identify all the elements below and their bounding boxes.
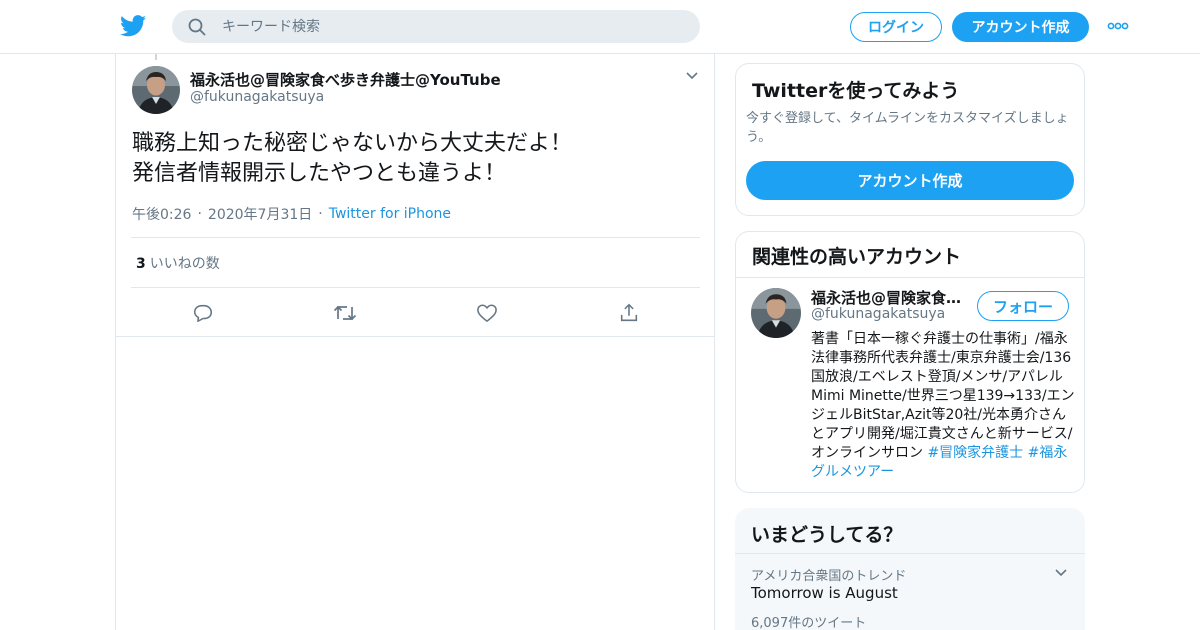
share-icon (620, 303, 638, 322)
divider (131, 237, 700, 238)
signup-card-button[interactable]: アカウント作成 (746, 161, 1074, 200)
like-button[interactable] (475, 301, 499, 325)
divider (735, 553, 1085, 554)
search-box[interactable] (172, 10, 700, 43)
search-input[interactable] (222, 10, 682, 43)
divider (736, 277, 1084, 278)
divider (116, 336, 714, 337)
trend-tweet-count: 6,097件のツイート (751, 616, 867, 630)
related-account-handle[interactable]: @fukunagakatsuya (811, 306, 945, 322)
tweet-text: 職務上知った秘密じゃないから大丈夫だよ！ 発信者情報開示したやつとも違うよ！ (132, 129, 692, 189)
avatar-photo (751, 288, 801, 338)
like-icon (477, 304, 497, 322)
like-count: 3 (136, 256, 146, 272)
twitter-bird-icon[interactable] (120, 14, 146, 38)
likes-stat[interactable]: 3 いいねの数 (136, 253, 220, 273)
thread-connector (155, 54, 157, 60)
retweet-button[interactable] (333, 301, 357, 325)
related-card-title: 関連性の高いアカウント (752, 246, 962, 268)
signup-button[interactable]: アカウント作成 (952, 12, 1089, 42)
meta-separator: · (197, 206, 202, 222)
tweet-date[interactable]: 2020年7月31日 (208, 204, 312, 224)
tweet-text-line: 発信者情報開示したやつとも違うよ！ (132, 161, 507, 186)
tweet-text-line: 職務上知った秘密じゃないから大丈夫だよ！ (132, 131, 573, 156)
related-account-bio: 著書「日本一稼ぐ弁護士の仕事術」/福永法律事務所代表弁護士/東京弁護士会/136… (811, 330, 1075, 482)
related-accounts-card: 関連性の高いアカウント 福永活也@冒険家食べ歩き弁護士@YouTube @fuk… (735, 231, 1085, 493)
avatar[interactable] (132, 66, 180, 114)
author-handle[interactable]: @fukunagakatsuya (190, 89, 324, 105)
reply-button[interactable] (191, 301, 215, 325)
hashtag-link[interactable]: #冒険家弁護士 (927, 445, 1023, 461)
trends-card: いまどうしてる？ アメリカ合衆国のトレンド Tomorrow is August… (735, 508, 1085, 630)
like-label: いいねの数 (149, 256, 220, 272)
chevron-down-icon[interactable] (685, 71, 699, 81)
avatar-photo (132, 66, 180, 114)
more-dots-icon[interactable] (1107, 21, 1129, 31)
related-account-name[interactable]: 福永活也@冒険家食べ歩き弁護士@YouTube (811, 287, 971, 308)
login-button[interactable]: ログイン (850, 12, 942, 42)
trend-location: アメリカ合衆国のトレンド (751, 569, 907, 584)
tweet-source-link[interactable]: Twitter for iPhone (329, 206, 451, 222)
signup-card-title: Twitterを使ってみよう (752, 80, 960, 102)
tweet-time[interactable]: 午後0:26 (132, 204, 191, 224)
share-button[interactable] (617, 301, 641, 325)
author-name[interactable]: 福永活也@冒険家食べ歩き弁護士@YouTube (190, 69, 501, 90)
signup-card: Twitterを使ってみよう 今すぐ登録して、タイムラインをカスタマイズしましょ… (735, 63, 1085, 216)
trends-card-title: いまどうしてる？ (751, 524, 903, 546)
reply-icon (193, 304, 213, 323)
top-navigation-bar: ログイン アカウント作成 (0, 0, 1200, 54)
tweet-metadata: 午後0:26 · 2020年7月31日 · Twitter for iPhone (132, 204, 451, 224)
trend-item[interactable]: Tomorrow is August (751, 584, 898, 602)
divider (131, 287, 700, 288)
search-icon (188, 18, 206, 36)
signup-card-description: 今すぐ登録して、タイムラインをカスタマイズしましょう。 (746, 111, 1069, 145)
follow-button[interactable]: フォロー (977, 291, 1069, 321)
chevron-down-icon[interactable] (1054, 568, 1068, 578)
tweet-detail: 福永活也@冒険家食べ歩き弁護士@YouTube @fukunagakatsuya… (115, 54, 715, 630)
bio-text: 著書「日本一稼ぐ弁護士の仕事術」/福永法律事務所代表弁護士/東京弁護士会/136… (811, 331, 1075, 461)
avatar[interactable] (751, 288, 801, 338)
meta-separator: · (318, 206, 323, 222)
retweet-icon (333, 305, 357, 321)
